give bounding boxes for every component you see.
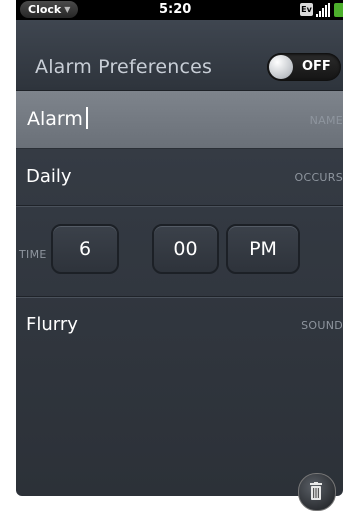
minute-picker[interactable]: 00 bbox=[152, 224, 219, 274]
app-window: Clock ▼ 5:20 Ev Alarm Preferences OFF Al… bbox=[16, 0, 343, 496]
time-row: TIME 6 00 PM bbox=[16, 206, 343, 297]
network-badge: Ev bbox=[300, 3, 313, 16]
sound-value: Flurry bbox=[26, 314, 78, 335]
occurs-value: Daily bbox=[26, 166, 72, 187]
status-time: 5:20 bbox=[159, 2, 192, 17]
time-label: TIME bbox=[19, 248, 47, 261]
name-label: NAME bbox=[309, 114, 343, 127]
delete-button[interactable] bbox=[298, 473, 336, 511]
battery-icon bbox=[334, 3, 343, 17]
occurs-row[interactable]: Daily OCCURS bbox=[16, 149, 343, 206]
app-menu-button[interactable]: Clock ▼ bbox=[20, 1, 79, 18]
toggle-state-label: OFF bbox=[302, 59, 331, 74]
trash-icon bbox=[310, 482, 322, 500]
text-cursor bbox=[85, 107, 88, 129]
sound-label: SOUND bbox=[301, 319, 343, 332]
status-bar: Clock ▼ 5:20 Ev bbox=[16, 0, 343, 20]
name-field[interactable]: Alarm NAME bbox=[16, 91, 343, 149]
name-input[interactable]: Alarm bbox=[27, 107, 88, 130]
sound-row[interactable]: Flurry SOUND bbox=[16, 297, 343, 357]
name-value: Alarm bbox=[27, 108, 83, 130]
signal-bars-icon bbox=[316, 3, 332, 17]
toggle-knob bbox=[269, 55, 293, 79]
page-title: Alarm Preferences bbox=[35, 56, 213, 78]
chevron-down-icon: ▼ bbox=[64, 5, 71, 14]
hour-picker[interactable]: 6 bbox=[51, 224, 119, 274]
app-menu-label: Clock bbox=[28, 3, 62, 16]
occurs-label: OCCURS bbox=[294, 171, 343, 184]
meridiem-picker[interactable]: PM bbox=[226, 224, 300, 274]
alarm-toggle[interactable]: OFF bbox=[267, 53, 341, 81]
header: Alarm Preferences OFF bbox=[16, 20, 343, 91]
